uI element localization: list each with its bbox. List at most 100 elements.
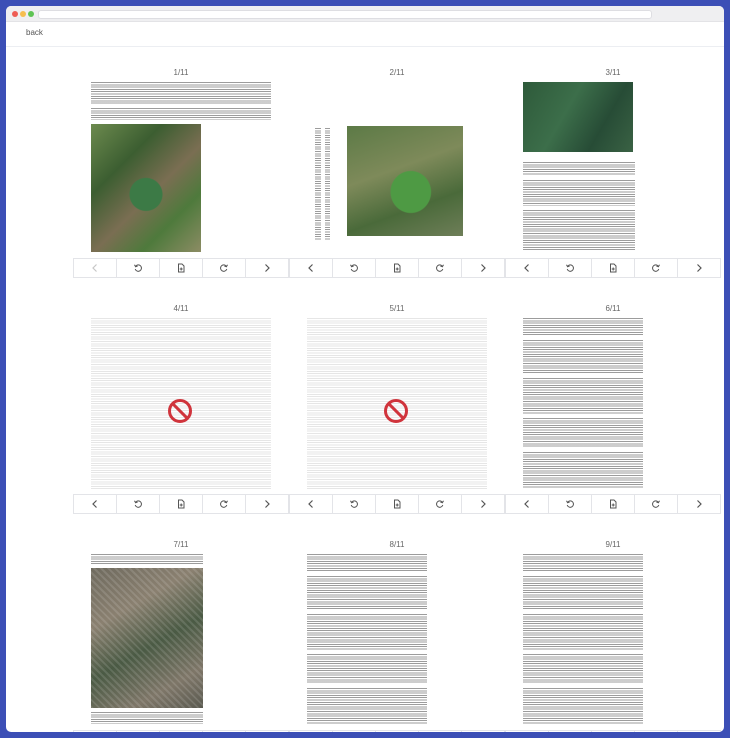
page-text-lines [523, 210, 635, 250]
rotate-right-button[interactable] [634, 258, 678, 278]
page-text-lines [523, 688, 643, 724]
prev-page-button[interactable] [289, 494, 333, 514]
page-card: 7/11 [71, 526, 291, 732]
page-toolbar [73, 494, 289, 514]
chevron-right-icon [478, 263, 488, 273]
page-thumbnail[interactable] [287, 318, 507, 490]
page-number-label: 5/11 [389, 304, 405, 313]
page-thumbnail[interactable] [71, 554, 291, 726]
prev-page-button[interactable] [289, 730, 333, 732]
rotate-left-button[interactable] [116, 494, 160, 514]
page-number-label: 2/11 [389, 68, 405, 77]
rotate-left-button[interactable] [332, 258, 376, 278]
page-toolbar [289, 730, 505, 732]
rotate-right-icon [651, 499, 661, 509]
page-text-lines [307, 614, 427, 650]
rotate-left-icon [349, 499, 359, 509]
page-text-lines [523, 162, 635, 176]
next-page-button[interactable] [461, 258, 505, 278]
page-thumbnail[interactable] [287, 82, 507, 254]
rotate-left-button[interactable] [116, 258, 160, 278]
rotate-left-button[interactable] [116, 730, 160, 732]
address-bar[interactable] [38, 10, 652, 19]
page-card: 6/11 [503, 290, 723, 526]
page-card: 2/11 [287, 54, 507, 290]
page-toolbar [289, 494, 505, 514]
chevron-left-icon [522, 499, 532, 509]
page-toolbar [289, 258, 505, 278]
minimize-window-button[interactable] [20, 11, 26, 17]
page-text-lines [307, 688, 427, 724]
page-thumbnail[interactable] [503, 554, 723, 726]
page-number-label: 4/11 [173, 304, 189, 313]
prev-page-button[interactable] [505, 258, 549, 278]
rotate-left-icon [133, 499, 143, 509]
chevron-left-icon [522, 263, 532, 273]
insert-page-button[interactable] [591, 494, 635, 514]
insert-page-button[interactable] [591, 258, 635, 278]
rotate-left-button[interactable] [548, 730, 592, 732]
insert-page-button[interactable] [159, 730, 203, 732]
page-text-lines [523, 418, 643, 448]
chevron-left-icon [306, 499, 316, 509]
prev-page-button[interactable] [73, 730, 117, 732]
back-link[interactable]: back [26, 28, 43, 37]
page-thumbnail[interactable] [503, 82, 723, 254]
file-add-icon [608, 499, 618, 509]
rotate-right-icon [651, 263, 661, 273]
maximize-window-button[interactable] [28, 11, 34, 17]
rotate-right-button[interactable] [202, 494, 246, 514]
rotate-right-button[interactable] [418, 730, 462, 732]
next-page-button[interactable] [245, 494, 289, 514]
next-page-button[interactable] [677, 730, 721, 732]
next-page-button[interactable] [461, 494, 505, 514]
rotate-right-button[interactable] [418, 494, 462, 514]
prev-page-button[interactable] [505, 730, 549, 732]
prev-page-button[interactable] [73, 258, 117, 278]
chevron-right-icon [694, 499, 704, 509]
page-text-lines [523, 554, 643, 572]
rotate-right-button[interactable] [202, 258, 246, 278]
page-toolbar [73, 258, 289, 278]
prev-page-button[interactable] [505, 494, 549, 514]
page-thumbnail[interactable] [287, 554, 507, 726]
rotate-left-button[interactable] [332, 730, 376, 732]
rotate-right-button[interactable] [634, 494, 678, 514]
browser-window: back 1/11 2/11 3/11 4/11 5/11 6/11 7/11 8/11 9/1… [6, 6, 724, 732]
rotate-right-icon [219, 263, 229, 273]
page-text-lines [523, 654, 643, 684]
blocked-icon [167, 398, 193, 424]
page-number-label: 3/11 [605, 68, 621, 77]
rotate-left-button[interactable] [548, 494, 592, 514]
rotate-left-icon [565, 499, 575, 509]
rotate-right-button[interactable] [202, 730, 246, 732]
insert-page-button[interactable] [159, 258, 203, 278]
rotate-left-button[interactable] [548, 258, 592, 278]
page-image [91, 124, 201, 252]
prev-page-button[interactable] [289, 258, 333, 278]
close-window-button[interactable] [12, 11, 18, 17]
insert-page-button[interactable] [375, 494, 419, 514]
rotate-right-icon [435, 499, 445, 509]
insert-page-button[interactable] [159, 494, 203, 514]
rotate-right-button[interactable] [418, 258, 462, 278]
prev-page-button[interactable] [73, 494, 117, 514]
insert-page-button[interactable] [591, 730, 635, 732]
page-card: 9/11 [503, 526, 723, 732]
page-card: 3/11 [503, 54, 723, 290]
next-page-button[interactable] [245, 730, 289, 732]
page-text-lines [523, 614, 643, 650]
next-page-button[interactable] [461, 730, 505, 732]
insert-page-button[interactable] [375, 258, 419, 278]
insert-page-button[interactable] [375, 730, 419, 732]
page-text-lines [307, 654, 427, 684]
page-text-lines [91, 712, 203, 724]
page-thumbnail[interactable] [503, 318, 723, 490]
page-thumbnail[interactable] [71, 82, 291, 254]
rotate-left-button[interactable] [332, 494, 376, 514]
next-page-button[interactable] [677, 258, 721, 278]
rotate-right-button[interactable] [634, 730, 678, 732]
next-page-button[interactable] [245, 258, 289, 278]
page-thumbnail[interactable] [71, 318, 291, 490]
next-page-button[interactable] [677, 494, 721, 514]
